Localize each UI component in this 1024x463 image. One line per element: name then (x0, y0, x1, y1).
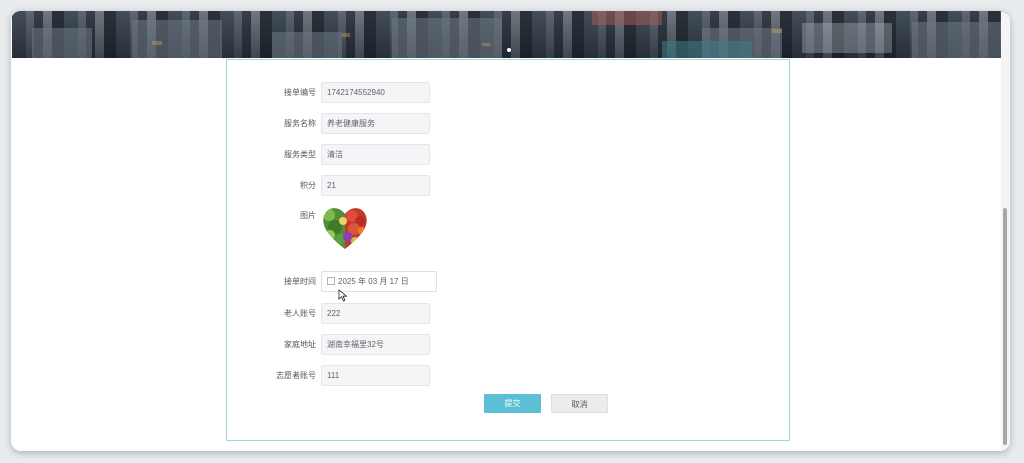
points-label: 积分 (300, 181, 316, 190)
home-address-input[interactable]: 湖南幸福里32号 (321, 334, 430, 355)
elder-account-label: 老人账号 (284, 309, 316, 318)
order-time-value: 2025 年 03 月 17 日 (338, 277, 409, 286)
submit-button[interactable]: 提交 (484, 394, 541, 413)
order-form: 接单编号 1742174552940 服务名称 养老健康服务 服务类型 清洁 积… (226, 59, 790, 441)
elder-account-input[interactable]: 222 (321, 303, 430, 324)
service-type-input[interactable]: 清洁 (321, 144, 430, 165)
service-type-label: 服务类型 (284, 150, 316, 159)
order-time-label: 接单时间 (284, 277, 316, 286)
cancel-button[interactable]: 取消 (551, 394, 608, 413)
heart-vegetables-image (321, 205, 369, 251)
image-label: 图片 (300, 211, 316, 220)
browser-window: 接单编号 1742174552940 服务名称 养老健康服务 服务类型 清洁 积… (11, 11, 1010, 451)
scrollbar[interactable] (1001, 11, 1010, 451)
service-name-input[interactable]: 养老健康服务 (321, 113, 430, 134)
order-no-input[interactable]: 1742174552940 (321, 82, 430, 103)
carousel-indicator[interactable] (507, 48, 511, 52)
city-banner-image (12, 11, 1007, 58)
mouse-cursor-icon (338, 289, 348, 302)
volunteer-account-input[interactable]: 111 (321, 365, 430, 386)
service-name-label: 服务名称 (284, 119, 316, 128)
scrollbar-thumb[interactable] (1003, 208, 1007, 445)
calendar-icon (327, 277, 335, 285)
points-input[interactable]: 21 (321, 175, 430, 196)
order-no-label: 接单编号 (284, 88, 316, 97)
volunteer-account-label: 志愿者账号 (276, 371, 316, 380)
home-address-label: 家庭地址 (284, 340, 316, 349)
